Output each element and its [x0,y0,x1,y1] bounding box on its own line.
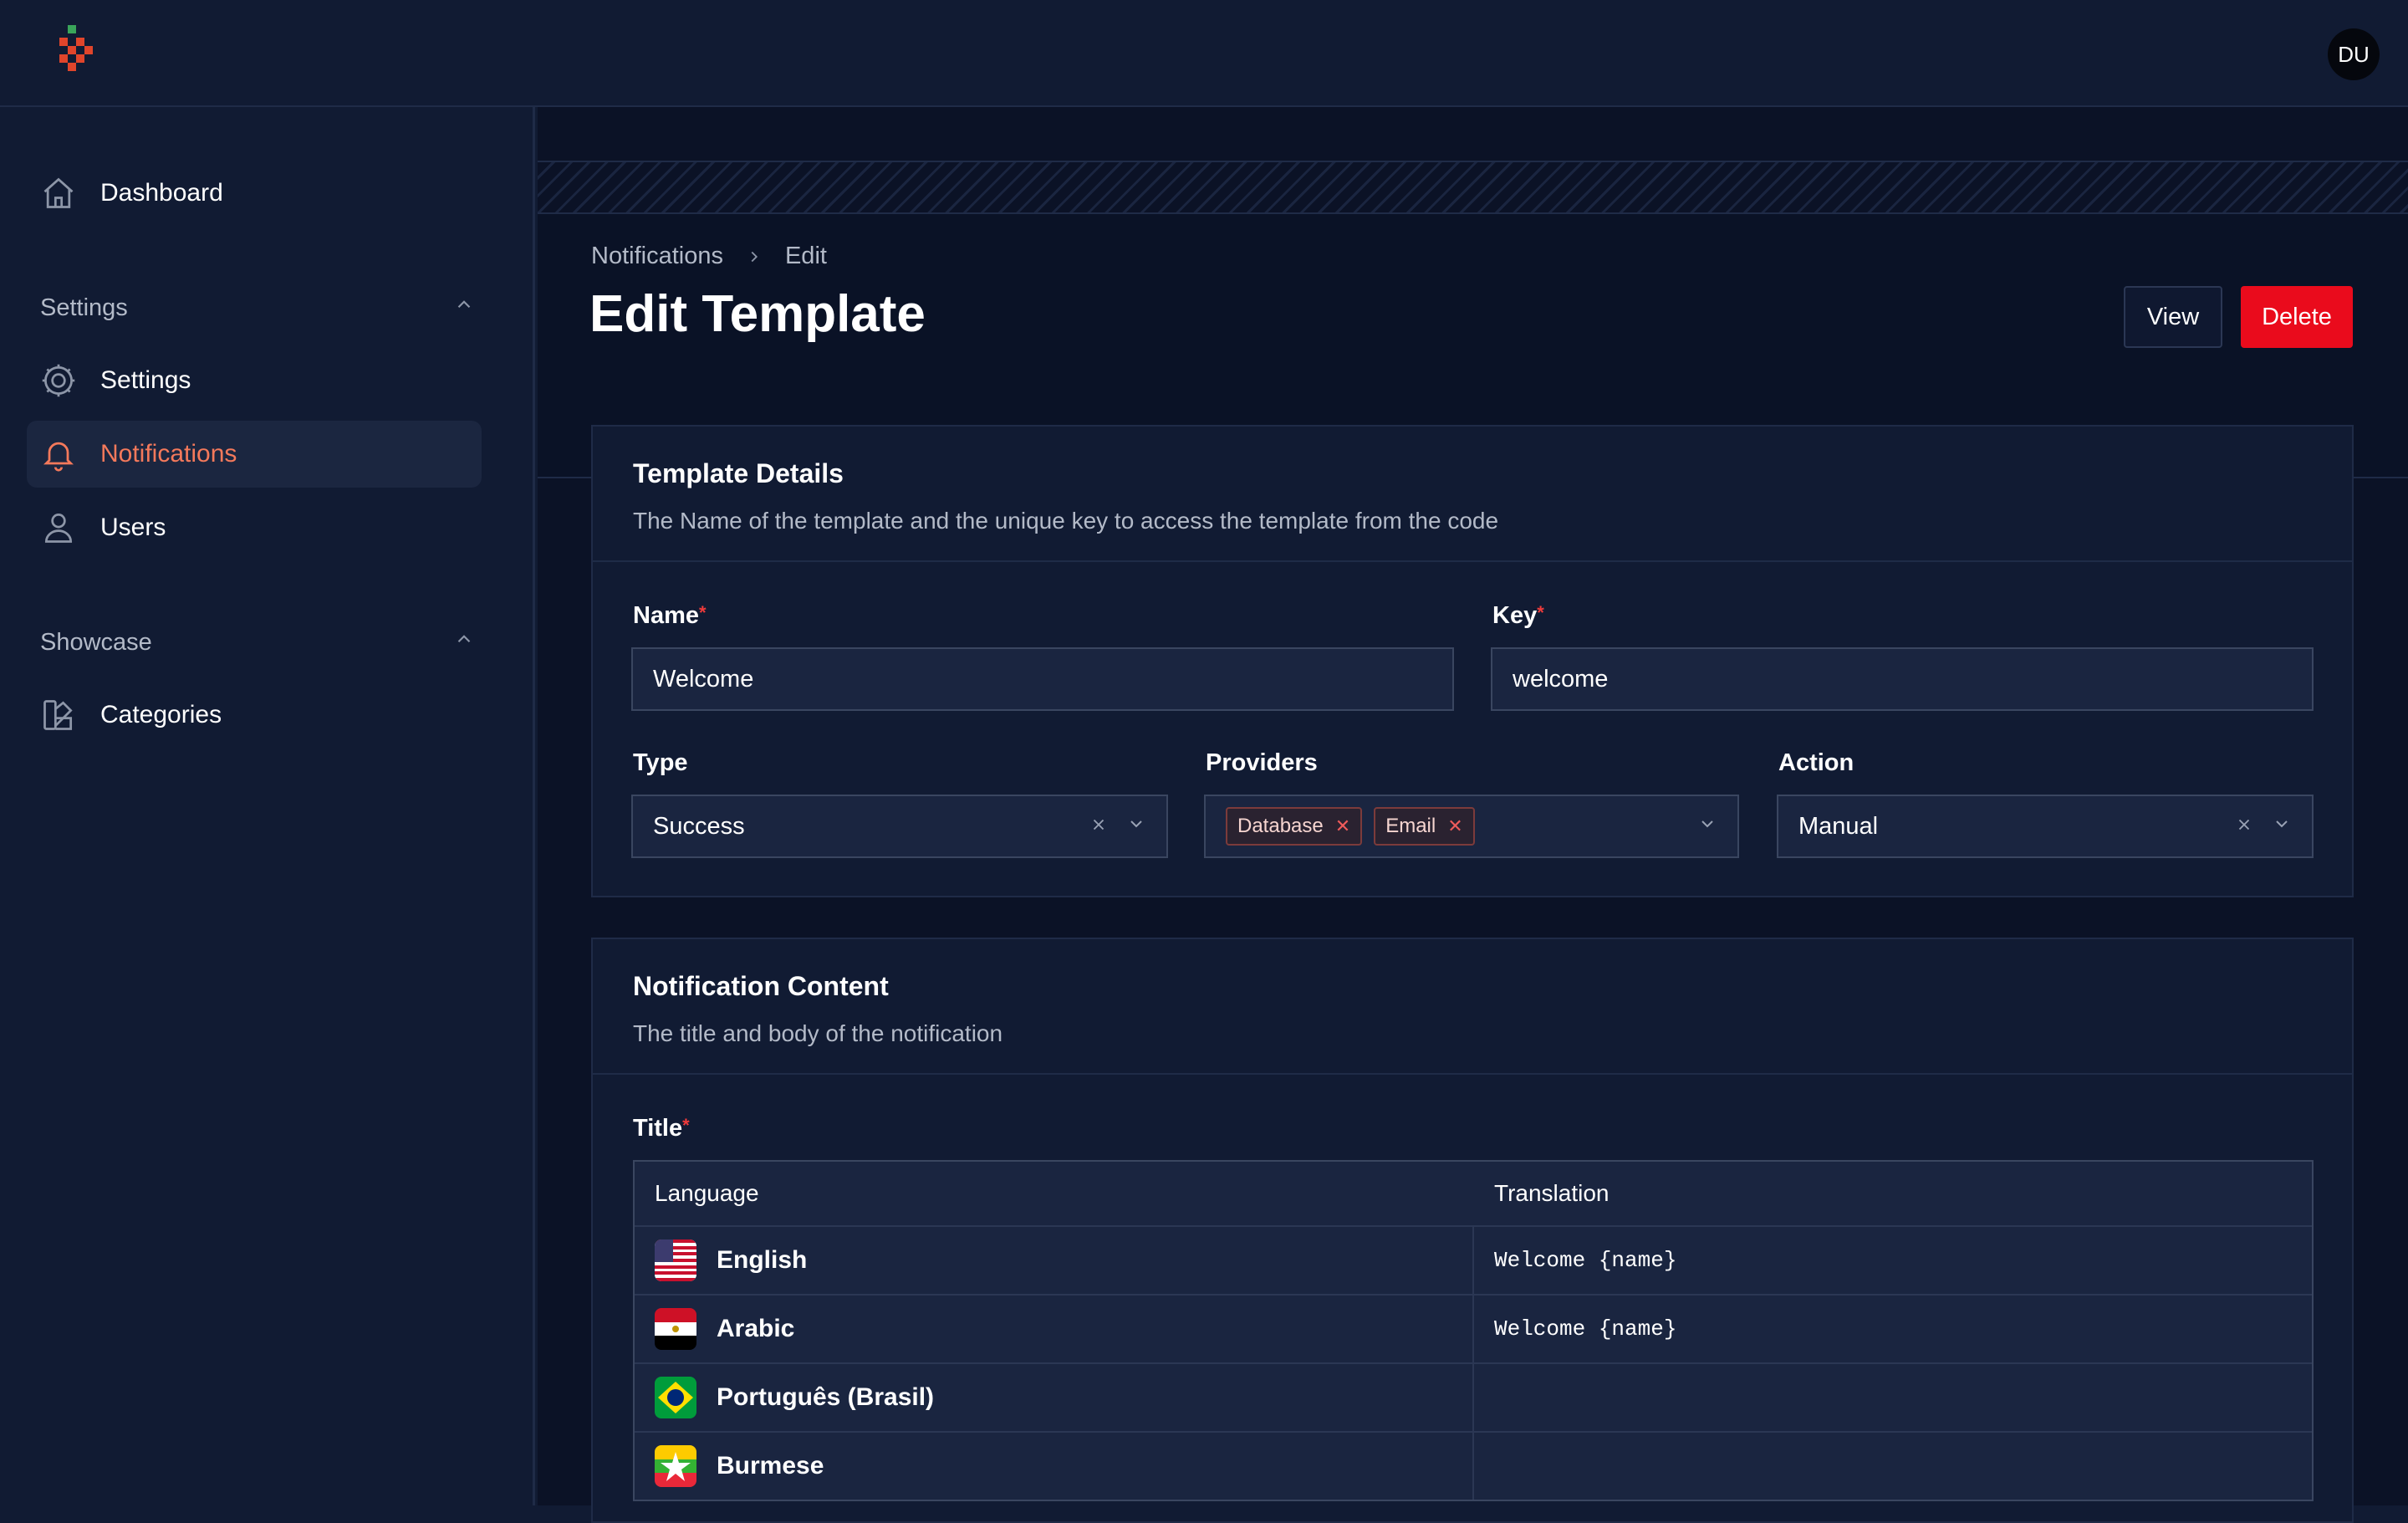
action-label: Action [1778,749,1854,776]
chip-label: Database [1237,815,1324,837]
sidebar-group-showcase[interactable]: Showcase [40,621,475,663]
main-content: Notifications Edit Edit Template View De… [538,107,2408,1523]
table-row[interactable]: Português (Brasil) [635,1362,2312,1431]
language-cell: Burmese [635,1433,1474,1500]
translations-table: Language Translation English Welcome {na… [633,1160,2314,1501]
required-marker: * [1537,602,1544,623]
title-label: Title* [633,1115,690,1142]
table-row[interactable]: Burmese [635,1431,2312,1500]
bell-icon [40,436,77,473]
group-label: Settings [40,294,128,321]
column-header-translation: Translation [1494,1180,1610,1206]
language-cell: Português (Brasil) [635,1364,1474,1431]
clear-icon[interactable] [1089,813,1108,841]
type-select[interactable]: Success [631,795,1168,858]
sidebar-item-notifications[interactable]: Notifications [27,421,482,488]
chevron-down-icon[interactable] [2272,813,2292,841]
sidebar-item-settings[interactable]: Settings [27,347,482,414]
app-logo[interactable] [55,25,105,84]
action-selected-value: Manual [1798,812,1879,840]
breadcrumb: Notifications Edit [591,243,827,270]
breadcrumb-current: Edit [784,243,827,269]
chevron-down-icon[interactable] [1126,813,1146,841]
provider-chip: Database ✕ [1226,807,1363,846]
required-marker: * [699,602,707,623]
sidebar-item-categories[interactable]: Categories [27,682,482,749]
remove-chip-icon[interactable]: ✕ [1447,815,1462,837]
us-flag-icon [655,1239,696,1281]
providers-label: Providers [1206,749,1318,776]
provider-chip: Email ✕ [1374,807,1475,846]
language-name: Burmese [717,1452,824,1480]
translation-cell[interactable]: Welcome {name} [1474,1227,2312,1294]
language-cell: Arabic [635,1296,1474,1362]
language-name: English [717,1246,808,1274]
action-select[interactable]: Manual [1777,795,2314,858]
table-row[interactable]: Arabic Welcome {name} [635,1294,2312,1362]
card-title: Template Details [633,458,844,488]
categories-icon [40,697,77,733]
chevron-down-icon[interactable] [1697,813,1717,841]
label-text: Title [633,1115,683,1142]
card-description: The Name of the template and the unique … [633,508,1499,534]
top-bar: DU [0,0,2408,107]
sidebar-item-label: Notifications [100,440,237,468]
user-avatar[interactable]: DU [2328,28,2380,80]
chevron-right-icon [745,248,763,266]
template-details-card: Template Details The Name of the templat… [591,425,2354,897]
column-header-language: Language [655,1180,759,1206]
view-button[interactable]: View [2124,286,2222,348]
key-input[interactable]: welcome [1491,647,2314,711]
sidebar-item-label: Categories [100,701,222,728]
sidebar-item-label: Dashboard [100,179,223,207]
brazil-flag-icon [655,1377,696,1418]
required-marker: * [682,1115,690,1136]
label-text: Key [1492,602,1538,629]
sidebar-item-label: Settings [100,366,191,394]
table-header: Language Translation [635,1162,2312,1225]
home-icon [40,175,77,212]
sidebar-item-users[interactable]: Users [27,494,482,561]
user-icon [40,509,77,546]
sidebar-group-settings[interactable]: Settings [40,287,475,329]
table-row[interactable]: English Welcome {name} [635,1225,2312,1294]
name-label: Name* [633,602,707,630]
providers-multiselect[interactable]: Database ✕ Email ✕ [1204,795,1739,858]
card-header: Notification Content The title and body … [593,939,2352,1075]
key-label: Key* [1492,602,1544,630]
translation-cell[interactable] [1474,1364,2312,1431]
chevron-up-icon [453,628,475,657]
egypt-flag-icon [655,1308,696,1350]
translation-cell[interactable] [1474,1433,2312,1500]
translation-cell[interactable]: Welcome {name} [1474,1296,2312,1362]
notification-content-card: Notification Content The title and body … [591,938,2354,1523]
breadcrumb-parent[interactable]: Notifications [591,243,723,270]
card-description: The title and body of the notification [633,1020,1003,1046]
label-text: Name [633,602,699,629]
card-header: Template Details The Name of the templat… [593,427,2352,562]
myanmar-flag-icon [655,1445,696,1487]
language-name: Português (Brasil) [717,1383,935,1411]
sidebar-item-label: Users [100,514,166,541]
delete-button[interactable]: Delete [2241,286,2353,348]
decorative-stripe [538,161,2408,214]
clear-icon[interactable] [2235,813,2253,841]
type-label: Type [633,749,688,776]
chevron-up-icon [453,294,475,322]
language-cell: English [635,1227,1474,1294]
sidebar-item-dashboard[interactable]: Dashboard [27,160,482,227]
remove-chip-icon[interactable]: ✕ [1335,815,1350,837]
page-title: Edit Template [589,285,926,343]
group-label: Showcase [40,628,152,656]
chip-label: Email [1385,815,1436,837]
language-name: Arabic [717,1315,795,1342]
type-selected-value: Success [653,812,745,840]
sidebar: Dashboard Settings Settings Notification… [0,107,535,1505]
gear-icon [40,362,77,399]
name-input[interactable]: Welcome [631,647,1454,711]
card-title: Notification Content [633,971,889,1001]
